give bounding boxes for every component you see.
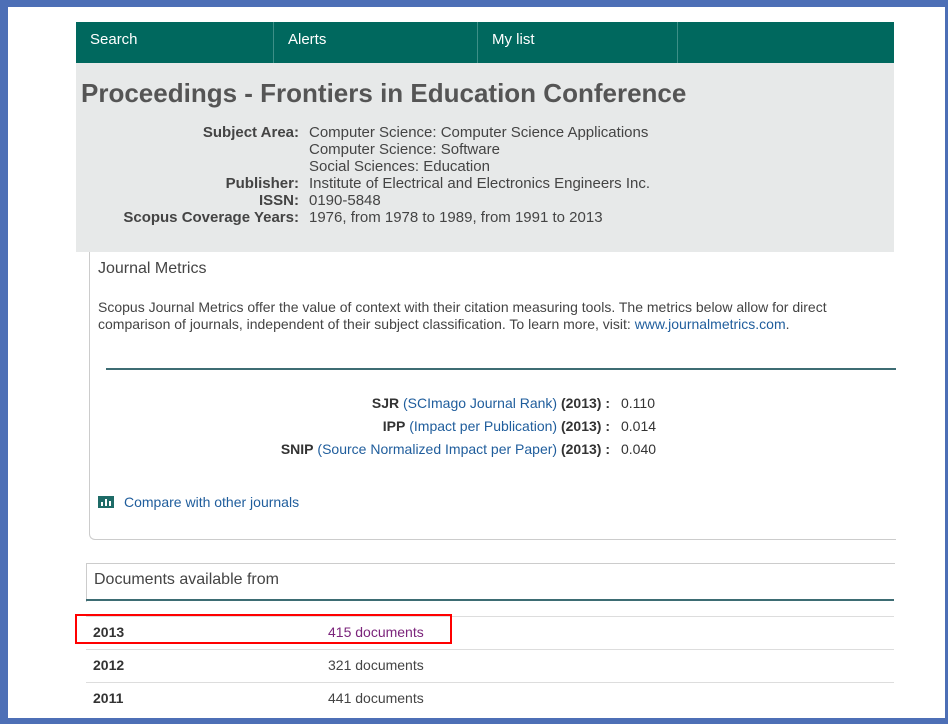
highlight-box (75, 614, 452, 644)
publisher-label: Publisher: (225, 175, 299, 192)
metric-year: (2013) : (560, 441, 610, 457)
metric-value: 0.040 (621, 441, 657, 457)
window-frame-bottom (0, 718, 948, 724)
metric-year: (2013) : (560, 395, 610, 411)
source-header: Proceedings - Frontiers in Education Con… (76, 63, 894, 252)
document-row-2011: 2011 441 documents (86, 682, 894, 712)
compare-journals[interactable]: Compare with other journals (98, 494, 299, 510)
ipp-link[interactable]: (Impact per Publication) (409, 418, 557, 434)
metric-value: 0.014 (621, 418, 657, 434)
document-count-link[interactable]: 441 documents (328, 690, 424, 706)
metric-row-snip: SNIP (Source Normalized Impact per Paper… (90, 441, 896, 458)
issn-label: ISSN: (258, 192, 299, 209)
subject-area-item: Social Sciences: Education (309, 158, 490, 175)
publisher-row: Publisher: Institute of Electrical and E… (76, 175, 894, 192)
source-info: Subject Area: Computer Science: Computer… (76, 124, 894, 226)
documents-title: Documents available from (94, 571, 279, 588)
metrics-divider (106, 368, 896, 370)
subject-area-row: Subject Area: Computer Science: Computer… (76, 124, 894, 175)
document-year: 2011 (93, 690, 124, 706)
coverage-row: Scopus Coverage Years: 1976, from 1978 t… (76, 209, 894, 226)
metric-abbr: SNIP (280, 441, 314, 457)
journalmetrics-link[interactable]: www.journalmetrics.com (635, 316, 786, 332)
metric-value: 0.110 (621, 395, 655, 411)
document-row-2012: 2012 321 documents (86, 649, 894, 679)
coverage-value: 1976, from 1978 to 1989, from 1991 to 20… (309, 209, 603, 226)
documents-divider (86, 599, 894, 601)
journal-metrics-title: Journal Metrics (98, 260, 207, 277)
journal-metrics-panel: Journal Metrics Scopus Journal Metrics o… (89, 252, 896, 540)
metric-year: (2013) : (560, 418, 610, 434)
document-count-link[interactable]: 321 documents (328, 657, 424, 673)
nav-search[interactable]: Search (76, 22, 274, 63)
snip-link[interactable]: (Source Normalized Impact per Paper) (317, 441, 557, 457)
issn-row: ISSN: 0190-5848 (76, 192, 894, 209)
journal-metrics-description: Scopus Journal Metrics offer the value o… (98, 299, 898, 333)
metric-abbr: IPP (382, 418, 406, 434)
documents-panel: Documents available from (86, 563, 895, 602)
compare-journals-link[interactable]: Compare with other journals (124, 494, 299, 510)
nav-my-list[interactable]: My list (478, 22, 678, 63)
issn-value: 0190-5848 (309, 192, 381, 209)
metric-abbr: SJR (371, 395, 400, 411)
document-year: 2012 (93, 657, 125, 673)
subject-area-item: Computer Science: Software (309, 141, 500, 158)
metrics-description-period: . (785, 316, 790, 332)
window-frame-top (0, 0, 948, 7)
top-navbar: Search Alerts My list (76, 22, 894, 63)
subject-area-label: Subject Area: (202, 124, 299, 141)
subject-area-item: Computer Science: Computer Science Appli… (309, 124, 649, 141)
sjr-link[interactable]: (SCImago Journal Rank) (403, 395, 557, 411)
metric-row-ipp: IPP (Impact per Publication) (2013) : 0.… (90, 418, 896, 435)
window-frame-left (0, 0, 8, 724)
publisher-value: Institute of Electrical and Electronics … (309, 175, 651, 192)
nav-alerts[interactable]: Alerts (274, 22, 478, 63)
coverage-label: Scopus Coverage Years: (123, 209, 299, 226)
metric-row-sjr: SJR (SCImago Journal Rank) (2013) : 0.11… (90, 395, 896, 412)
page-title: Proceedings - Frontiers in Education Con… (81, 78, 687, 108)
subject-area-values: Computer Science: Computer Science Appli… (309, 124, 648, 175)
bar-chart-icon (98, 496, 114, 508)
